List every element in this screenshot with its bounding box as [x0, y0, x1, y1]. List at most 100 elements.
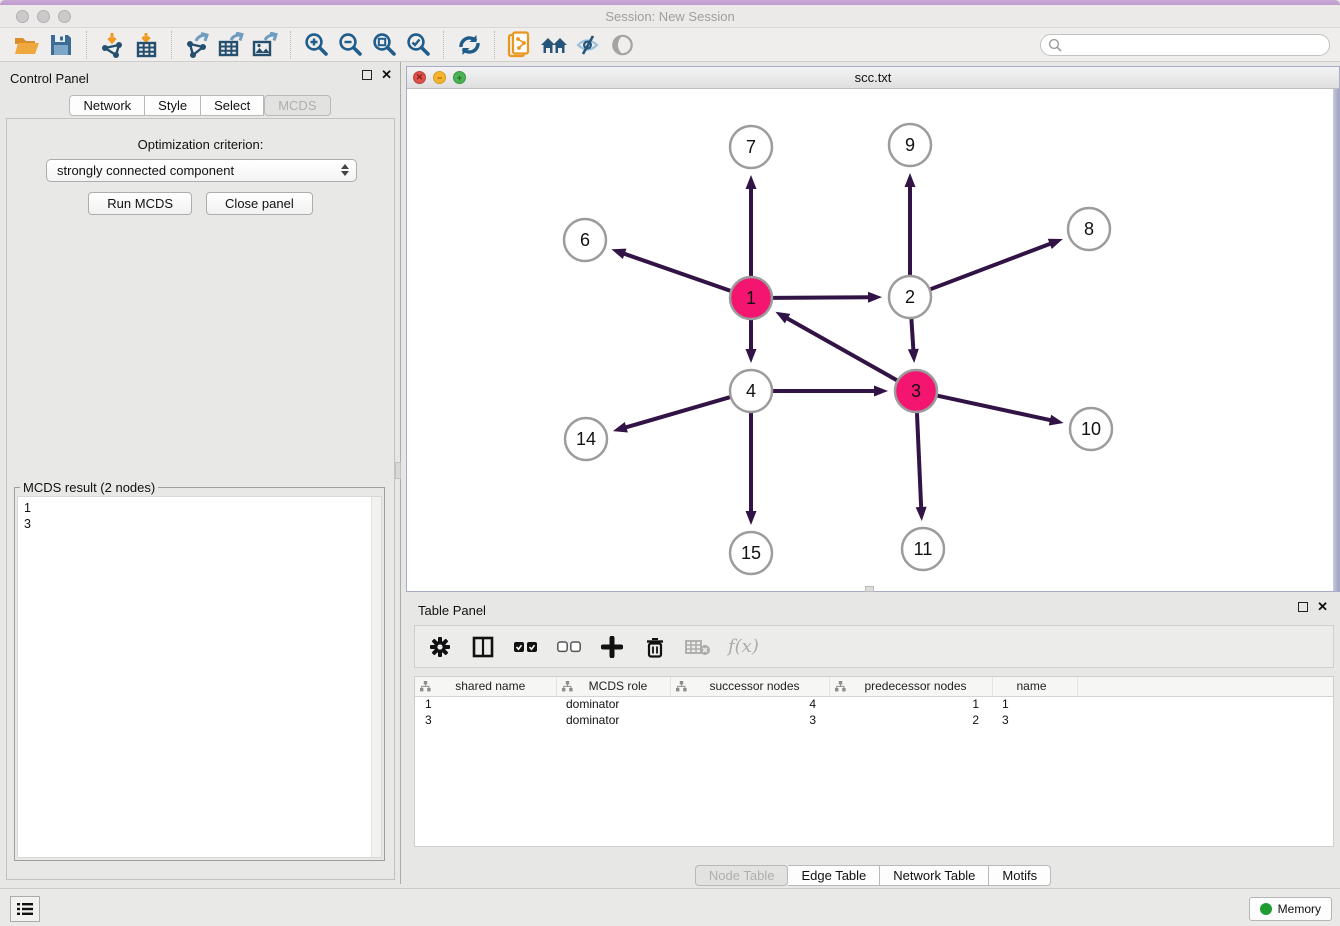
export-table-button[interactable]: [214, 30, 248, 60]
tab-mcds[interactable]: MCDS: [264, 95, 330, 116]
table-cell[interactable]: 2: [829, 712, 992, 728]
hide-details-button[interactable]: [571, 30, 605, 60]
home-networks-button[interactable]: [537, 30, 571, 60]
run-mcds-button[interactable]: Run MCDS: [88, 192, 192, 215]
application-window: Session: New Session: [0, 0, 1340, 926]
graph-edge[interactable]: [785, 317, 897, 380]
column-header-predecessor-nodes[interactable]: predecessor nodes: [829, 677, 992, 696]
table-cell-filler: [1077, 696, 1333, 712]
function-builder-button[interactable]: f(x): [728, 636, 759, 657]
gear-icon: [429, 636, 451, 658]
add-column-button[interactable]: [599, 634, 625, 660]
graph-edge[interactable]: [911, 319, 913, 352]
network-frame-titlebar[interactable]: ✕ − + scc.txt: [407, 67, 1339, 89]
table-cell[interactable]: 1: [829, 696, 992, 712]
graph-edge-arrowhead: [1048, 239, 1063, 249]
close-panel-icon[interactable]: ✕: [381, 70, 392, 80]
tab-motifs[interactable]: Motifs: [989, 865, 1051, 886]
graph-edge[interactable]: [931, 243, 1053, 289]
table-row[interactable]: 1dominator411: [415, 696, 1333, 712]
zoom-selected-button[interactable]: [401, 30, 435, 60]
import-table-button[interactable]: [129, 30, 163, 60]
graph-edge-arrowhead: [611, 249, 626, 259]
graph-edge[interactable]: [773, 297, 871, 298]
close-panel-button[interactable]: Close panel: [206, 192, 313, 215]
show-details-button[interactable]: [605, 30, 639, 60]
column-header-name[interactable]: name: [992, 677, 1077, 696]
table-cell[interactable]: dominator: [556, 712, 670, 728]
network-document-icon: [507, 31, 533, 58]
delete-table-button[interactable]: [685, 634, 711, 660]
criterion-select[interactable]: strongly connected component: [46, 159, 357, 182]
graph-node-label: 4: [746, 381, 756, 401]
open-session-button[interactable]: [10, 30, 44, 60]
attribute-tree-icon: [835, 681, 846, 692]
table-cell[interactable]: 3: [670, 712, 829, 728]
memory-button[interactable]: Memory: [1249, 897, 1332, 921]
float-panel-icon[interactable]: [362, 70, 372, 80]
zoom-in-button[interactable]: [299, 30, 333, 60]
attribute-tree-icon: [562, 681, 573, 692]
table-cell[interactable]: 1: [992, 696, 1077, 712]
frame-resize-edge[interactable]: [1333, 89, 1339, 591]
zoom-out-button[interactable]: [333, 30, 367, 60]
search-field[interactable]: [1040, 34, 1330, 56]
graph-edge[interactable]: [623, 397, 729, 428]
close-table-panel-icon[interactable]: ✕: [1317, 602, 1328, 612]
column-header-mcds-role[interactable]: MCDS role: [556, 677, 670, 696]
graph-edge-arrowhead: [746, 349, 757, 363]
eye-slash-icon: [575, 33, 602, 57]
search-input[interactable]: [1066, 36, 1329, 54]
mcds-result-group: MCDS result (2 nodes) 13: [14, 487, 385, 861]
toolbar-separator: [290, 31, 291, 59]
table-cell[interactable]: 1: [415, 696, 556, 712]
show-task-history-button[interactable]: [10, 896, 40, 922]
save-session-button[interactable]: [44, 30, 78, 60]
tab-style[interactable]: Style: [145, 95, 201, 116]
column-header-shared-name[interactable]: shared name: [415, 677, 556, 696]
table-cell[interactable]: 4: [670, 696, 829, 712]
import-table-icon: [133, 32, 159, 58]
graph-edge-arrowhead: [746, 511, 757, 525]
table-cell[interactable]: 3: [415, 712, 556, 728]
homes-icon: [539, 33, 569, 57]
result-scrollbar[interactable]: [371, 497, 381, 857]
select-all-rows-button[interactable]: [513, 634, 539, 660]
zoom-fit-button[interactable]: [367, 30, 401, 60]
graph-edge[interactable]: [622, 253, 730, 291]
table-row[interactable]: 3dominator323: [415, 712, 1333, 728]
panel-splitter-handle[interactable]: [395, 462, 401, 479]
graph-edge-arrowhead: [905, 173, 916, 187]
export-image-button[interactable]: [248, 30, 282, 60]
tab-node-table[interactable]: Node Table: [695, 865, 789, 886]
table-settings-button[interactable]: [427, 634, 453, 660]
graph-edge-arrowhead: [868, 292, 882, 303]
table-cell[interactable]: dominator: [556, 696, 670, 712]
graph-edge[interactable]: [937, 396, 1052, 421]
graph-edge[interactable]: [917, 413, 921, 510]
tab-edge-table[interactable]: Edge Table: [788, 865, 880, 886]
mcds-result-lines: 13: [24, 500, 31, 532]
column-header-successor-nodes[interactable]: successor nodes: [670, 677, 829, 696]
table-cell[interactable]: 3: [992, 712, 1077, 728]
network-canvas[interactable]: 7968124314101511: [407, 89, 1339, 591]
float-table-panel-icon[interactable]: [1298, 602, 1308, 612]
tab-network[interactable]: Network: [69, 95, 145, 116]
frame-resize-grabber[interactable]: [865, 586, 874, 592]
mcds-result-area[interactable]: 13: [17, 496, 382, 858]
apply-layout-button[interactable]: [452, 30, 486, 60]
network-from-selection-button[interactable]: [503, 30, 537, 60]
window-title: Session: New Session: [0, 9, 1340, 24]
export-network-button[interactable]: [180, 30, 214, 60]
mcds-result-title: MCDS result (2 nodes): [20, 480, 158, 495]
graph-node-label: 10: [1081, 419, 1101, 439]
tab-select[interactable]: Select: [201, 95, 264, 116]
delete-column-button[interactable]: [642, 634, 668, 660]
show-columns-button[interactable]: [470, 634, 496, 660]
tab-network-table[interactable]: Network Table: [880, 865, 989, 886]
criterion-value: strongly connected component: [57, 163, 234, 178]
clear-selection-button[interactable]: [556, 634, 582, 660]
import-network-button[interactable]: [95, 30, 129, 60]
checked-boxes-icon: [514, 641, 538, 653]
table-header-row: shared name MCDS role successor nodes pr…: [415, 677, 1333, 696]
